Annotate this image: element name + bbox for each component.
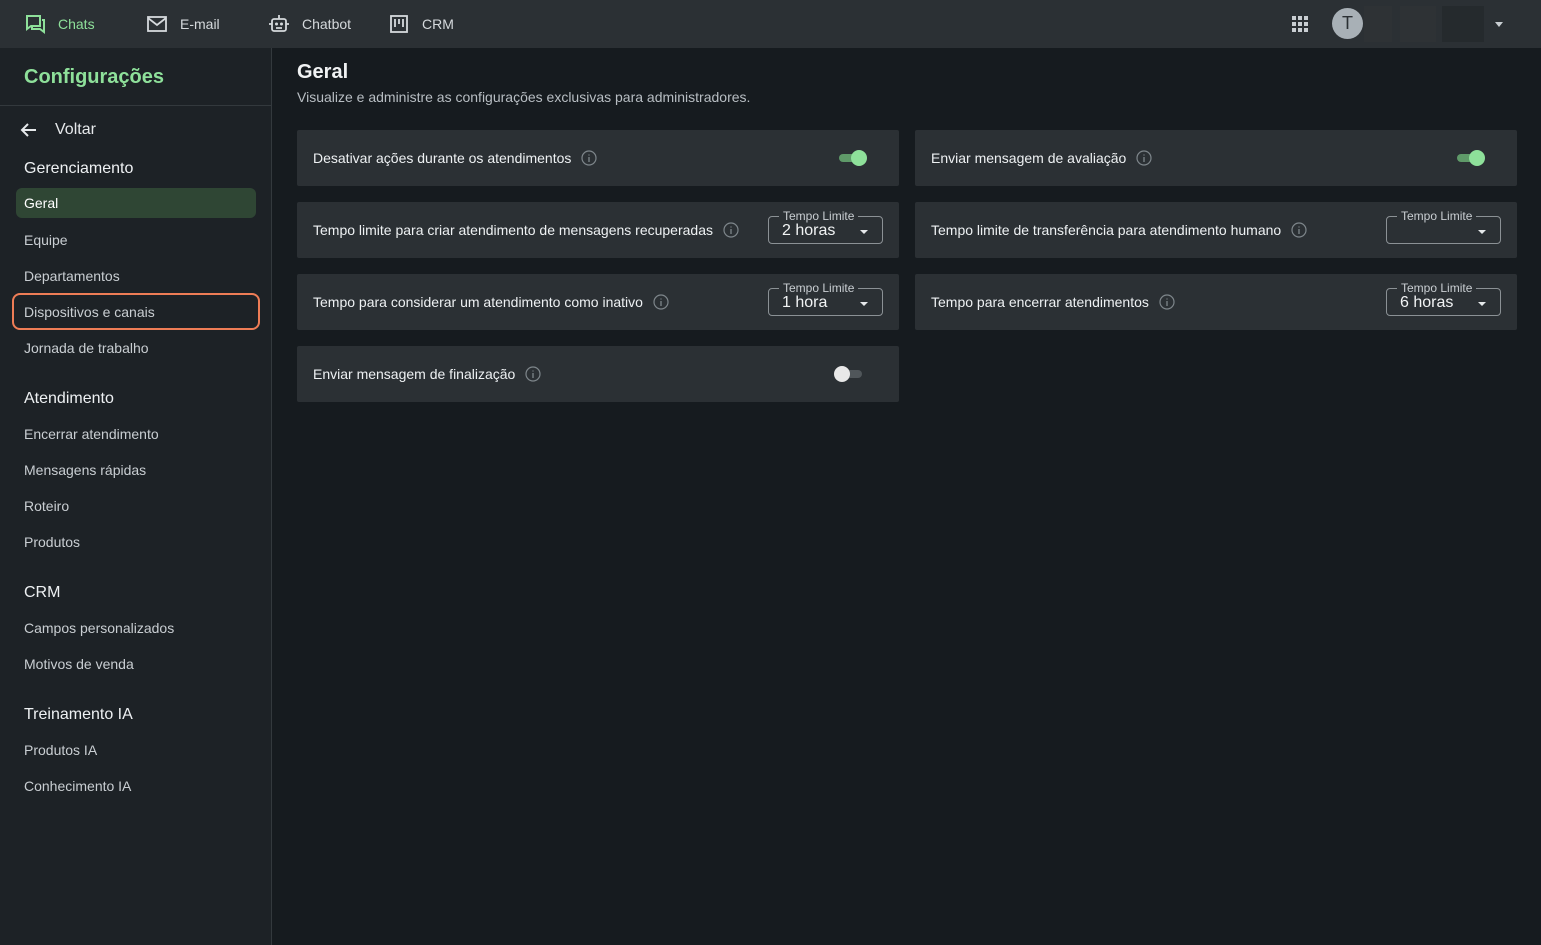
setting-label: Tempo limite de transferência para atend… <box>931 222 1282 238</box>
sidebar-title: Configurações <box>24 66 165 88</box>
setting-card: Tempo para encerrar atendimentos Tempo L… <box>915 274 1517 330</box>
caret-down-icon <box>858 225 870 237</box>
sidebar-item-equipe[interactable]: Equipe <box>16 225 256 255</box>
sidebar-item-encerrar-atendimento[interactable]: Encerrar atendimento <box>16 419 256 449</box>
toggle-switch[interactable] <box>837 149 867 167</box>
info-icon[interactable] <box>1159 294 1175 310</box>
redacted-user-info <box>1400 6 1436 42</box>
nav-chatbot-label: Chatbot <box>302 16 352 32</box>
toggle-knob <box>1469 150 1485 166</box>
nav-email[interactable]: E-mail <box>146 0 220 48</box>
setting-card: Tempo limite de transferência para atend… <box>915 202 1517 258</box>
user-avatar[interactable]: T <box>1332 8 1363 39</box>
select-legend: Tempo Limite <box>779 209 859 223</box>
toggle-switch[interactable] <box>834 365 864 383</box>
tempo-limite-select[interactable]: Tempo Limite <box>1386 209 1501 244</box>
select-value: 2 horas <box>782 222 836 239</box>
nav-chats-label: Chats <box>58 16 95 32</box>
sidebar-item-jornada-trabalho[interactable]: Jornada de trabalho <box>16 333 256 363</box>
setting-label: Tempo limite para criar atendimento de m… <box>313 222 713 238</box>
setting-label: Tempo para considerar um atendimento com… <box>313 294 643 310</box>
redacted-user-info <box>1442 6 1484 42</box>
setting-label: Enviar mensagem de finalização <box>313 366 516 382</box>
caret-down-icon[interactable] <box>1492 17 1506 31</box>
back-button[interactable]: Voltar <box>18 118 96 142</box>
sidebar-item-motivos-venda[interactable]: Motivos de venda <box>16 649 256 679</box>
mail-icon <box>146 13 168 35</box>
setting-card: Enviar mensagem de avaliação <box>915 130 1517 186</box>
sidebar-item-conhecimento-ia[interactable]: Conhecimento IA <box>16 771 256 801</box>
redacted-user-info <box>1364 6 1392 42</box>
nav-crm-label: CRM <box>422 16 454 32</box>
select-legend: Tempo Limite <box>1397 281 1477 295</box>
tempo-limite-select[interactable]: Tempo Limite 6 horas <box>1386 281 1501 316</box>
sidebar-item-dispositivos-canais[interactable]: Dispositivos e canais <box>12 293 260 330</box>
back-label: Voltar <box>55 121 96 138</box>
setting-card: Desativar ações durante os atendimentos <box>297 130 899 186</box>
caret-down-icon <box>1476 225 1488 237</box>
select-value: 1 hora <box>782 294 828 311</box>
select-value: 6 horas <box>1400 294 1454 311</box>
page-title: Geral <box>297 61 349 83</box>
sidebar-item-departamentos[interactable]: Departamentos <box>16 261 256 291</box>
section-title-gerenciamento: Gerenciamento <box>24 160 134 177</box>
toggle-knob <box>851 150 867 166</box>
toggle-switch[interactable] <box>1455 149 1485 167</box>
select-legend: Tempo Limite <box>779 281 859 295</box>
section-title-atendimento: Atendimento <box>24 390 114 407</box>
tempo-limite-select[interactable]: Tempo Limite 2 horas <box>768 209 883 244</box>
setting-card: Tempo limite para criar atendimento de m… <box>297 202 899 258</box>
sidebar-item-mensagens-rapidas[interactable]: Mensagens rápidas <box>16 455 256 485</box>
toggle-knob <box>834 366 850 382</box>
grid-apps-icon[interactable] <box>1289 13 1311 35</box>
arrow-left-icon <box>18 119 40 141</box>
info-icon[interactable] <box>723 222 739 238</box>
top-navbar: Chats E-mail Chatbot CRM T <box>0 0 1541 48</box>
setting-label: Enviar mensagem de avaliação <box>931 150 1127 166</box>
sidebar-item-produtos-ia[interactable]: Produtos IA <box>16 735 256 765</box>
caret-down-icon <box>858 297 870 309</box>
tempo-limite-select[interactable]: Tempo Limite 1 hora <box>768 281 883 316</box>
setting-card: Enviar mensagem de finalização <box>297 346 899 402</box>
nav-email-label: E-mail <box>180 16 220 32</box>
sidebar-item-roteiro[interactable]: Roteiro <box>16 491 256 521</box>
info-icon[interactable] <box>581 150 597 166</box>
nav-chats[interactable]: Chats <box>24 0 95 48</box>
setting-label: Tempo para encerrar atendimentos <box>931 294 1149 310</box>
nav-chatbot[interactable]: Chatbot <box>268 0 351 48</box>
section-title-treinamento-ia: Treinamento IA <box>24 706 133 723</box>
robot-icon <box>268 13 290 35</box>
info-icon[interactable] <box>525 366 541 382</box>
setting-label: Desativar ações durante os atendimentos <box>313 150 572 166</box>
divider <box>0 105 272 106</box>
caret-down-icon <box>1476 297 1488 309</box>
sidebar-item-geral[interactable]: Geral <box>16 188 256 218</box>
page-subtitle: Visualize e administre as configurações … <box>297 89 751 105</box>
section-title-crm: CRM <box>24 584 61 601</box>
select-legend: Tempo Limite <box>1397 209 1477 223</box>
sidebar-item-produtos[interactable]: Produtos <box>16 527 256 557</box>
info-icon[interactable] <box>1291 222 1307 238</box>
setting-card: Tempo para considerar um atendimento com… <box>297 274 899 330</box>
chat-icon <box>24 13 46 35</box>
nav-crm[interactable]: CRM <box>388 0 454 48</box>
info-icon[interactable] <box>1136 150 1152 166</box>
kanban-icon <box>388 13 410 35</box>
info-icon[interactable] <box>653 294 669 310</box>
settings-sidebar: Configurações Voltar Gerenciamento Geral… <box>0 48 272 945</box>
sidebar-item-campos-personalizados[interactable]: Campos personalizados <box>16 613 256 643</box>
